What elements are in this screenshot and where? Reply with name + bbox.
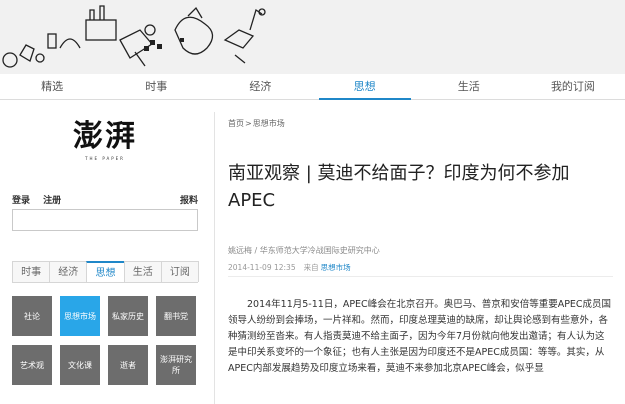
breadcrumb-separator: >	[245, 119, 252, 128]
illustration-banner	[2, 5, 266, 68]
sidebar: 澎湃 THE PAPER 登录 注册 报料 时事 经济 思想 生活 订阅 社论 …	[0, 101, 210, 404]
tab-ideas[interactable]: 思想	[313, 74, 417, 100]
tab-current-affairs[interactable]: 时事	[104, 74, 208, 99]
channel-art[interactable]: 艺术观	[12, 345, 52, 385]
site-logo[interactable]: 澎湃 THE PAPER	[62, 119, 148, 169]
auth-links: 登录 注册	[12, 193, 71, 206]
tab-featured[interactable]: 精选	[0, 74, 104, 99]
channel-culture-class[interactable]: 文化课	[60, 345, 100, 385]
channel-book-club[interactable]: 翻书党	[156, 296, 196, 336]
breadcrumb-home[interactable]: 首页	[228, 119, 244, 128]
register-link[interactable]: 注册	[43, 196, 61, 206]
source-label: 来自	[303, 263, 319, 272]
article-title: 南亚观察 | 莫迪不给面子？印度为何不参加APEC	[228, 163, 570, 211]
tab-life[interactable]: 生活	[417, 74, 521, 99]
search-input[interactable]	[12, 209, 198, 231]
breadcrumb-section[interactable]: 思想市场	[253, 119, 285, 128]
channel-editorial[interactable]: 社论	[12, 296, 52, 336]
header-banner	[0, 0, 625, 74]
channel-obituaries[interactable]: 逝者	[108, 345, 148, 385]
channel-ideas-market[interactable]: 思想市场	[60, 296, 100, 336]
top-navigation: 精选 时事 经济 思想 生活 我的订阅	[0, 74, 625, 100]
sidebar-tab-life[interactable]: 生活	[123, 261, 162, 282]
breadcrumb: 首页>思想市场	[228, 118, 285, 129]
tab-economy[interactable]: 经济	[208, 74, 312, 99]
channel-grid: 社论 思想市场 私家历史 翻书党 艺术观 文化课 逝者 澎湃研究所	[12, 296, 202, 385]
channel-private-history[interactable]: 私家历史	[108, 296, 148, 336]
login-link[interactable]: 登录	[12, 196, 30, 206]
sidebar-tab-economy[interactable]: 经济	[49, 261, 88, 282]
sidebar-tab-current-affairs[interactable]: 时事	[12, 261, 51, 282]
article-author: 姚远梅 / 华东师范大学冷战国际史研究中心	[228, 246, 380, 255]
logo-subtitle: THE PAPER	[85, 156, 125, 161]
tab-my-subscriptions[interactable]: 我的订阅	[521, 74, 625, 99]
sidebar-tabs: 时事 经济 思想 生活 订阅	[12, 261, 200, 283]
meta-divider	[228, 276, 613, 277]
report-link[interactable]: 报料	[180, 193, 198, 206]
sidebar-tab-subscribe[interactable]: 订阅	[160, 261, 200, 282]
article-body: 2014年11月5-11日，APEC峰会在北京召开。奥巴马、普京和安倍等重要AP…	[228, 299, 612, 374]
sidebar-tab-ideas[interactable]: 思想	[86, 261, 125, 282]
article-meta: 2014-11-09 12:35 来自 思想市场	[228, 262, 351, 273]
source-link[interactable]: 思想市场	[321, 263, 351, 272]
channel-research-institute[interactable]: 澎湃研究所	[156, 345, 196, 385]
logo-text: 澎湃	[73, 119, 137, 154]
column-divider	[214, 112, 215, 404]
article-datetime: 2014-11-09 12:35	[228, 263, 296, 272]
